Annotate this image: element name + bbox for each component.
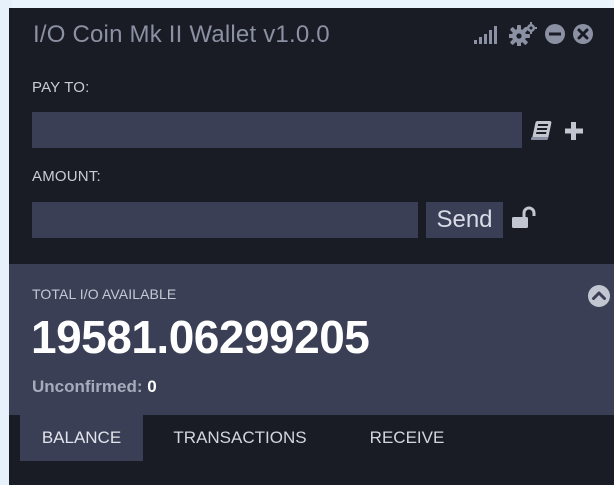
amount-input[interactable] bbox=[32, 202, 418, 238]
unconfirmed-row: Unconfirmed: 0 bbox=[32, 377, 157, 397]
close-icon[interactable] bbox=[572, 23, 594, 45]
window-title: I/O Coin Mk II Wallet v1.0.0 bbox=[33, 21, 330, 48]
unconfirmed-label: Unconfirmed: bbox=[32, 377, 143, 396]
minimize-icon[interactable] bbox=[544, 23, 566, 45]
pay-to-label: PAY TO: bbox=[32, 79, 90, 96]
send-button[interactable]: Send bbox=[426, 202, 503, 238]
amount-label: AMOUNT: bbox=[32, 168, 101, 185]
tab-transactions[interactable]: TRANSACTIONS bbox=[159, 415, 321, 461]
tab-receive[interactable]: RECEIVE bbox=[347, 415, 467, 461]
balance-label: TOTAL I/O AVAILABLE bbox=[32, 286, 177, 302]
address-book-icon[interactable] bbox=[530, 120, 556, 142]
lock-icon[interactable] bbox=[510, 206, 540, 230]
unconfirmed-value: 0 bbox=[147, 377, 157, 396]
balance-panel: TOTAL I/O AVAILABLE 19581.06299205 Uncon… bbox=[9, 264, 614, 415]
tab-bar: BALANCE TRANSACTIONS RECEIVE bbox=[9, 415, 614, 461]
title-bar[interactable]: I/O Coin Mk II Wallet v1.0.0 bbox=[9, 8, 614, 60]
signal-icon bbox=[474, 26, 497, 44]
tab-balance[interactable]: BALANCE bbox=[20, 415, 143, 461]
balance-value: 19581.06299205 bbox=[31, 311, 370, 363]
plus-icon[interactable] bbox=[563, 120, 585, 142]
settings-icon[interactable] bbox=[509, 22, 537, 46]
wallet-window: I/O Coin Mk II Wallet v1.0.0 PAY TO: AMO… bbox=[9, 8, 614, 485]
pay-to-input[interactable] bbox=[32, 112, 522, 148]
chevron-up-icon[interactable] bbox=[587, 284, 611, 308]
